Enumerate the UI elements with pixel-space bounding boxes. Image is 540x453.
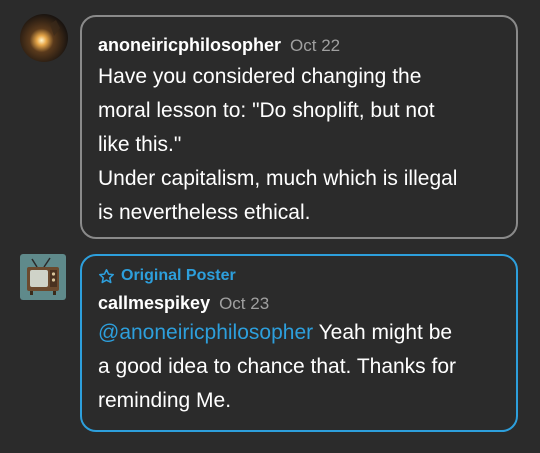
comment-line: like this." [98, 133, 182, 156]
star-outline-icon [98, 268, 115, 283]
comment-line: Have you considered changing the [98, 65, 422, 88]
comment-meta: anoneiricphilosopher Oct 22 [98, 35, 498, 56]
username[interactable]: callmespikey [98, 293, 210, 314]
comment-date[interactable]: Oct 22 [290, 36, 340, 56]
original-poster-label: Original Poster [121, 267, 236, 284]
avatar-anoneiricphilosopher[interactable] [20, 14, 68, 62]
comment-line: @anoneiricphilosopher Yeah might be [98, 316, 498, 350]
original-poster-badge: Original Poster [98, 267, 498, 285]
op-comment-bubble: Original Poster callmespikey Oct 23 @ano… [80, 254, 518, 432]
comment-meta: callmespikey Oct 23 [98, 293, 498, 314]
comment-line: a good idea to chance that. Thanks for [98, 355, 457, 378]
comment-line-text: Yeah might be [313, 321, 453, 344]
comment-text: Have you considered changing the moral l… [98, 60, 498, 230]
avatar-callmespikey[interactable] [20, 254, 66, 300]
mention-link[interactable]: @anoneiricphilosopher [98, 321, 313, 344]
username[interactable]: anoneiricphilosopher [98, 35, 281, 56]
comment-text: @anoneiricphilosopher Yeah might be a go… [98, 316, 498, 418]
comment-date[interactable]: Oct 23 [219, 294, 269, 314]
comment-line: reminding Me. [98, 389, 232, 412]
comment-line: moral lesson to: "Do shoplift, but not [98, 99, 435, 122]
comment-line: is nevertheless ethical. [98, 201, 311, 224]
comment-line: Under capitalism, much which is illegal [98, 167, 458, 190]
comment-bubble: anoneiricphilosopher Oct 22 Have you con… [80, 15, 518, 239]
